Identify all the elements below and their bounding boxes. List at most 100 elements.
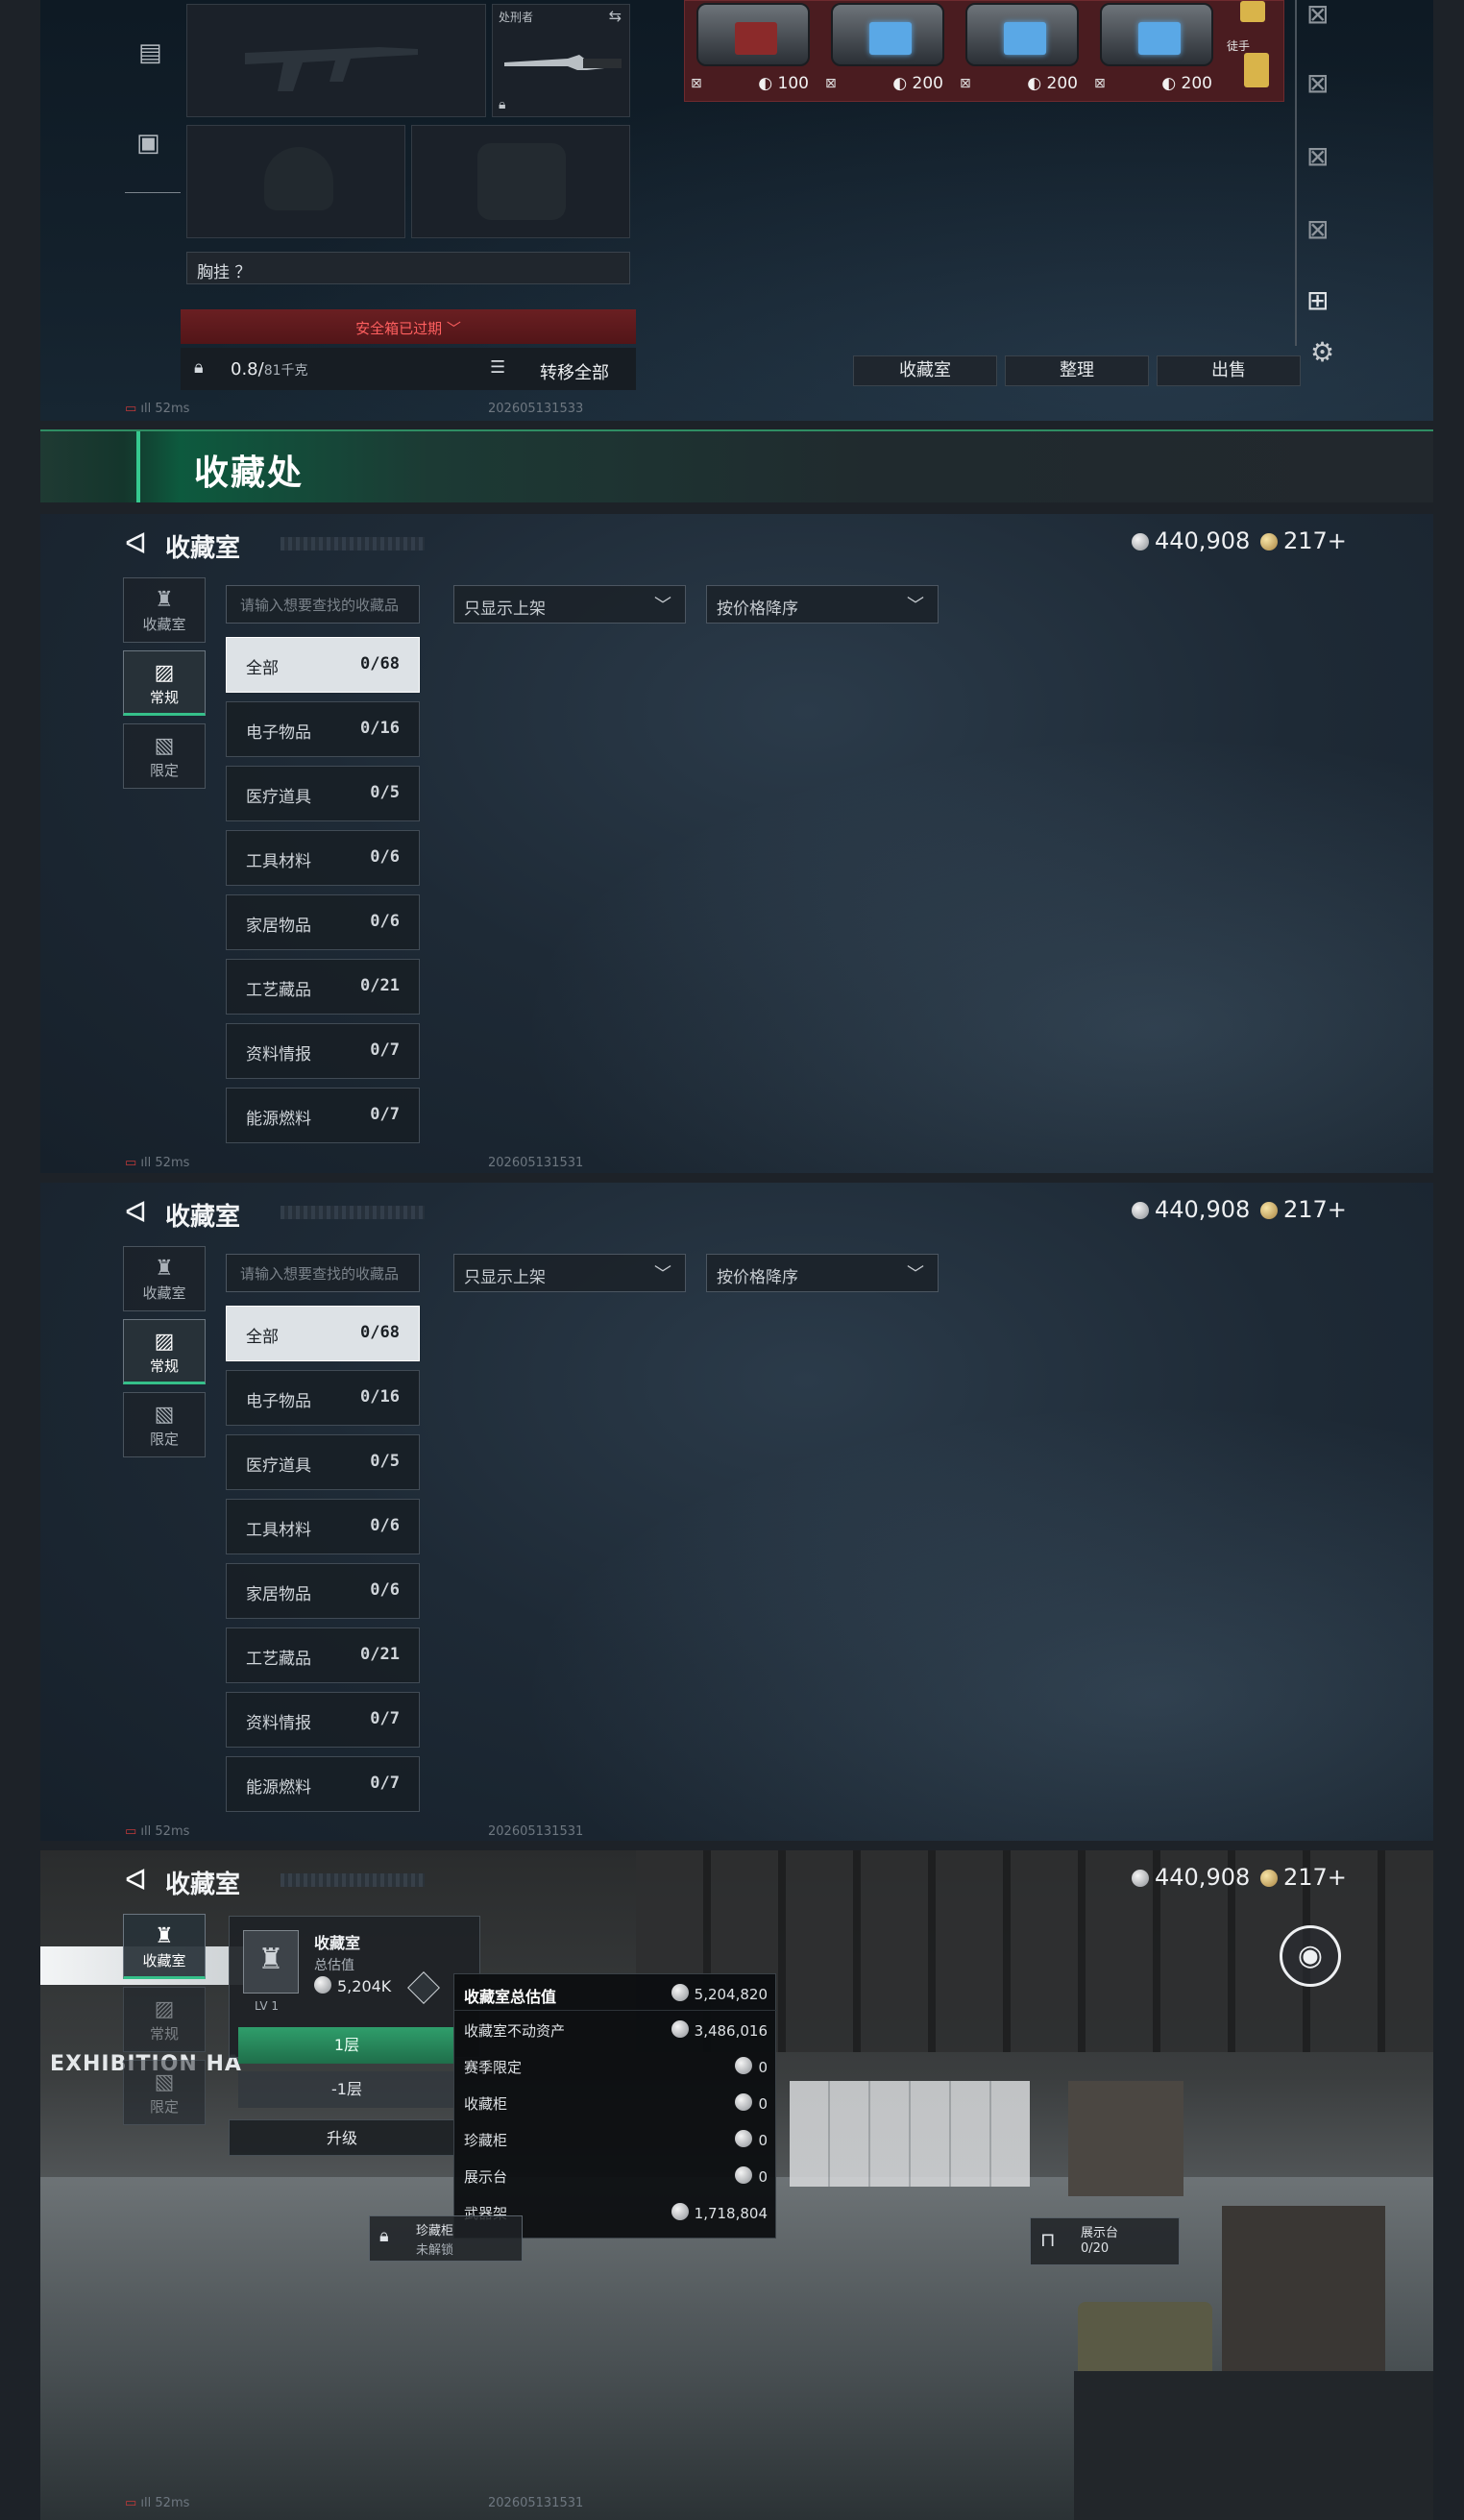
search-input[interactable]: 请输入想要查找的收藏品 xyxy=(226,585,420,624)
primary-weapon-slot[interactable] xyxy=(186,4,486,117)
upgrade-button[interactable]: 升级 xyxy=(229,2119,455,2156)
container-item[interactable]: ⊠ ◐ 100 xyxy=(687,1,818,97)
category-all[interactable]: 全部 0/68 xyxy=(226,637,420,693)
filter-dropdown[interactable]: 只显示上架 ﹀ xyxy=(453,585,686,624)
category-item[interactable]: 资料情报 0/7 xyxy=(226,1023,420,1079)
back-arrow-icon[interactable]: ᐊ xyxy=(125,1864,147,1897)
back-arrow-icon[interactable]: ᐊ xyxy=(125,1196,147,1230)
chevron-down-icon: ﹀ xyxy=(446,320,461,337)
status-footer: ▭ ıll 52ms xyxy=(125,1156,190,1170)
room-card-title: 收藏室 xyxy=(314,1934,361,1952)
sort-dropdown[interactable]: 按价格降序 ﹀ xyxy=(706,1254,939,1292)
rail-regular[interactable]: ▨ 常规 xyxy=(123,1319,206,1384)
popup-row: 收藏柜 0 xyxy=(464,2093,768,2113)
melee-slot[interactable]: 处刑者 ⇆ 🔒︎ xyxy=(492,4,630,117)
rail-regular[interactable]: ▨ 常规 xyxy=(123,1987,206,2052)
status-footer: ▭ ıll 52ms xyxy=(125,402,190,416)
coin-icon xyxy=(735,2093,753,2111)
swap-icon[interactable]: ⇆ xyxy=(609,7,622,25)
vest-icon xyxy=(477,143,566,220)
container-item[interactable]: ⊠ ◐ 200 xyxy=(821,1,953,97)
display-stand-marker[interactable]: ⊓ 展示台 0/20 xyxy=(1030,2217,1180,2265)
rail-regular[interactable]: ▨ 常规 xyxy=(123,650,206,716)
camera-icon[interactable]: ◉ xyxy=(1280,1925,1341,1987)
trophy-icon: ♜ xyxy=(155,1924,174,1948)
category-item[interactable]: 电子物品 0/16 xyxy=(226,1370,420,1426)
add-image-icon[interactable]: ⊞ xyxy=(1306,284,1329,316)
helmet-icon xyxy=(264,147,333,210)
category-item[interactable]: 能源燃料 0/7 xyxy=(226,1756,420,1812)
gold-currency[interactable]: 217+ xyxy=(1260,1196,1347,1223)
rail-collection-room[interactable]: ♜ 收藏室 xyxy=(123,577,206,643)
container-item[interactable]: ⊠ ◐ 200 xyxy=(1090,1,1222,97)
extra-item[interactable]: 徒手 xyxy=(1223,1,1282,101)
hand-icon xyxy=(1244,53,1269,87)
coin-icon xyxy=(671,2020,689,2038)
category-all[interactable]: 全部 0/68 xyxy=(226,1306,420,1361)
build-id: 202605131531 xyxy=(488,1156,584,1170)
no-image-icon[interactable]: ⊠ xyxy=(1306,0,1329,30)
valuation-popup: 收藏室总估值 5,204,820 收藏室不动资产 3,486,016 赛季限定 0 … xyxy=(453,1973,777,2239)
transfer-all-button[interactable]: 转移全部 xyxy=(517,359,632,384)
coin-icon xyxy=(314,1976,331,1994)
rail-limited[interactable]: ▧ 限定 xyxy=(123,723,206,789)
floor-minus1-button[interactable]: -1层 xyxy=(238,2071,455,2108)
room-card-value: 5,204K xyxy=(314,1976,391,1995)
back-arrow-icon[interactable]: ᐊ xyxy=(125,527,147,561)
floor-1-button[interactable]: 1层 xyxy=(238,2027,455,2064)
filter-dropdown[interactable]: 只显示上架 ﹀ xyxy=(453,1254,686,1292)
list-icon[interactable]: ☰ xyxy=(490,357,505,378)
category-item[interactable]: 医疗道具 0/5 xyxy=(226,1434,420,1490)
arrange-button[interactable]: 整理 xyxy=(1005,355,1149,386)
sort-dropdown[interactable]: 按价格降序 ﹀ xyxy=(706,585,939,624)
coin-icon xyxy=(735,2057,753,2074)
briefcase-icon[interactable]: ▣ xyxy=(136,129,160,158)
safebox-warning-bar[interactable]: 安全箱已过期 ﹀ xyxy=(181,309,636,344)
category-item[interactable]: 医疗道具 0/5 xyxy=(226,766,420,821)
chevron-down-icon: ﹀ xyxy=(654,1264,671,1284)
scrollbar[interactable] xyxy=(1295,0,1297,346)
divider xyxy=(125,192,181,193)
collection-room-view: EXHIBITION HA ᐊ 收藏室 440,908 217+ ◉ ♜收藏室 … xyxy=(40,1850,1433,2520)
rail-collection-room[interactable]: ♜ 收藏室 xyxy=(123,1914,206,1979)
chest-rig-slot[interactable]: 胸挂 ？ xyxy=(186,252,630,284)
category-item[interactable]: 家居物品 0/6 xyxy=(226,894,420,950)
gold-currency[interactable]: 217+ xyxy=(1260,527,1347,554)
rail-limited[interactable]: ▧ 限定 xyxy=(123,2060,206,2125)
rail-limited[interactable]: ▧ 限定 xyxy=(123,1392,206,1457)
trophy-icon: ♜ xyxy=(155,588,174,612)
cabinet-marker[interactable]: 🔒︎ 珍藏柜 未解锁 xyxy=(369,2215,523,2262)
no-image-icon[interactable]: ⊠ xyxy=(1306,67,1329,99)
category-item[interactable]: 工艺藏品 0/21 xyxy=(226,1627,420,1683)
no-image-icon[interactable]: ⊠ xyxy=(1306,140,1329,172)
container-item[interactable]: ⊠ ◐ 200 xyxy=(956,1,1087,97)
gear-icon[interactable]: ⚙ xyxy=(1310,336,1334,368)
rail-collection-room[interactable]: ♜ 收藏室 xyxy=(123,1246,206,1311)
container-value: ◐ 200 xyxy=(1027,74,1078,93)
no-image-icon[interactable]: ⊠ xyxy=(1306,213,1329,245)
help-icon[interactable] xyxy=(407,1971,440,2004)
category-item[interactable]: 家居物品 0/6 xyxy=(226,1563,420,1619)
armor-slot[interactable] xyxy=(411,125,630,238)
helmet-slot[interactable] xyxy=(186,125,405,238)
category-item[interactable]: 能源燃料 0/7 xyxy=(226,1088,420,1143)
no-image-icon: ⊠ xyxy=(960,76,971,91)
search-input[interactable]: 请输入想要查找的收藏品 xyxy=(226,1254,420,1292)
category-item[interactable]: 工具材料 0/6 xyxy=(226,1499,420,1554)
melee-label: 处刑者 xyxy=(499,11,534,24)
category-item[interactable]: 工具材料 0/6 xyxy=(226,830,420,886)
collection-room-button[interactable]: 收藏室 xyxy=(853,355,997,386)
banner-title: 收藏处 xyxy=(194,453,305,493)
container-value: ◐ 100 xyxy=(758,74,809,93)
overlay-corner xyxy=(1074,2371,1433,2520)
collection-panel: ᐊ 收藏室 440,908 217+ ♜ 收藏室 ▨ 常规 ▧ 限定 请输入想要查找的… xyxy=(40,1183,1433,1841)
category-item[interactable]: 电子物品 0/16 xyxy=(226,701,420,757)
container-value: ◐ 200 xyxy=(892,74,943,93)
gold-currency[interactable]: 217+ xyxy=(1260,1864,1347,1891)
container-value: ◐ 200 xyxy=(1161,74,1212,93)
clipboard-icon[interactable]: ▤ xyxy=(138,38,162,67)
category-item[interactable]: 资料情报 0/7 xyxy=(226,1692,420,1748)
coin-icon xyxy=(1260,1870,1278,1887)
category-item[interactable]: 工艺藏品 0/21 xyxy=(226,959,420,1015)
sell-button[interactable]: 出售 xyxy=(1157,355,1301,386)
